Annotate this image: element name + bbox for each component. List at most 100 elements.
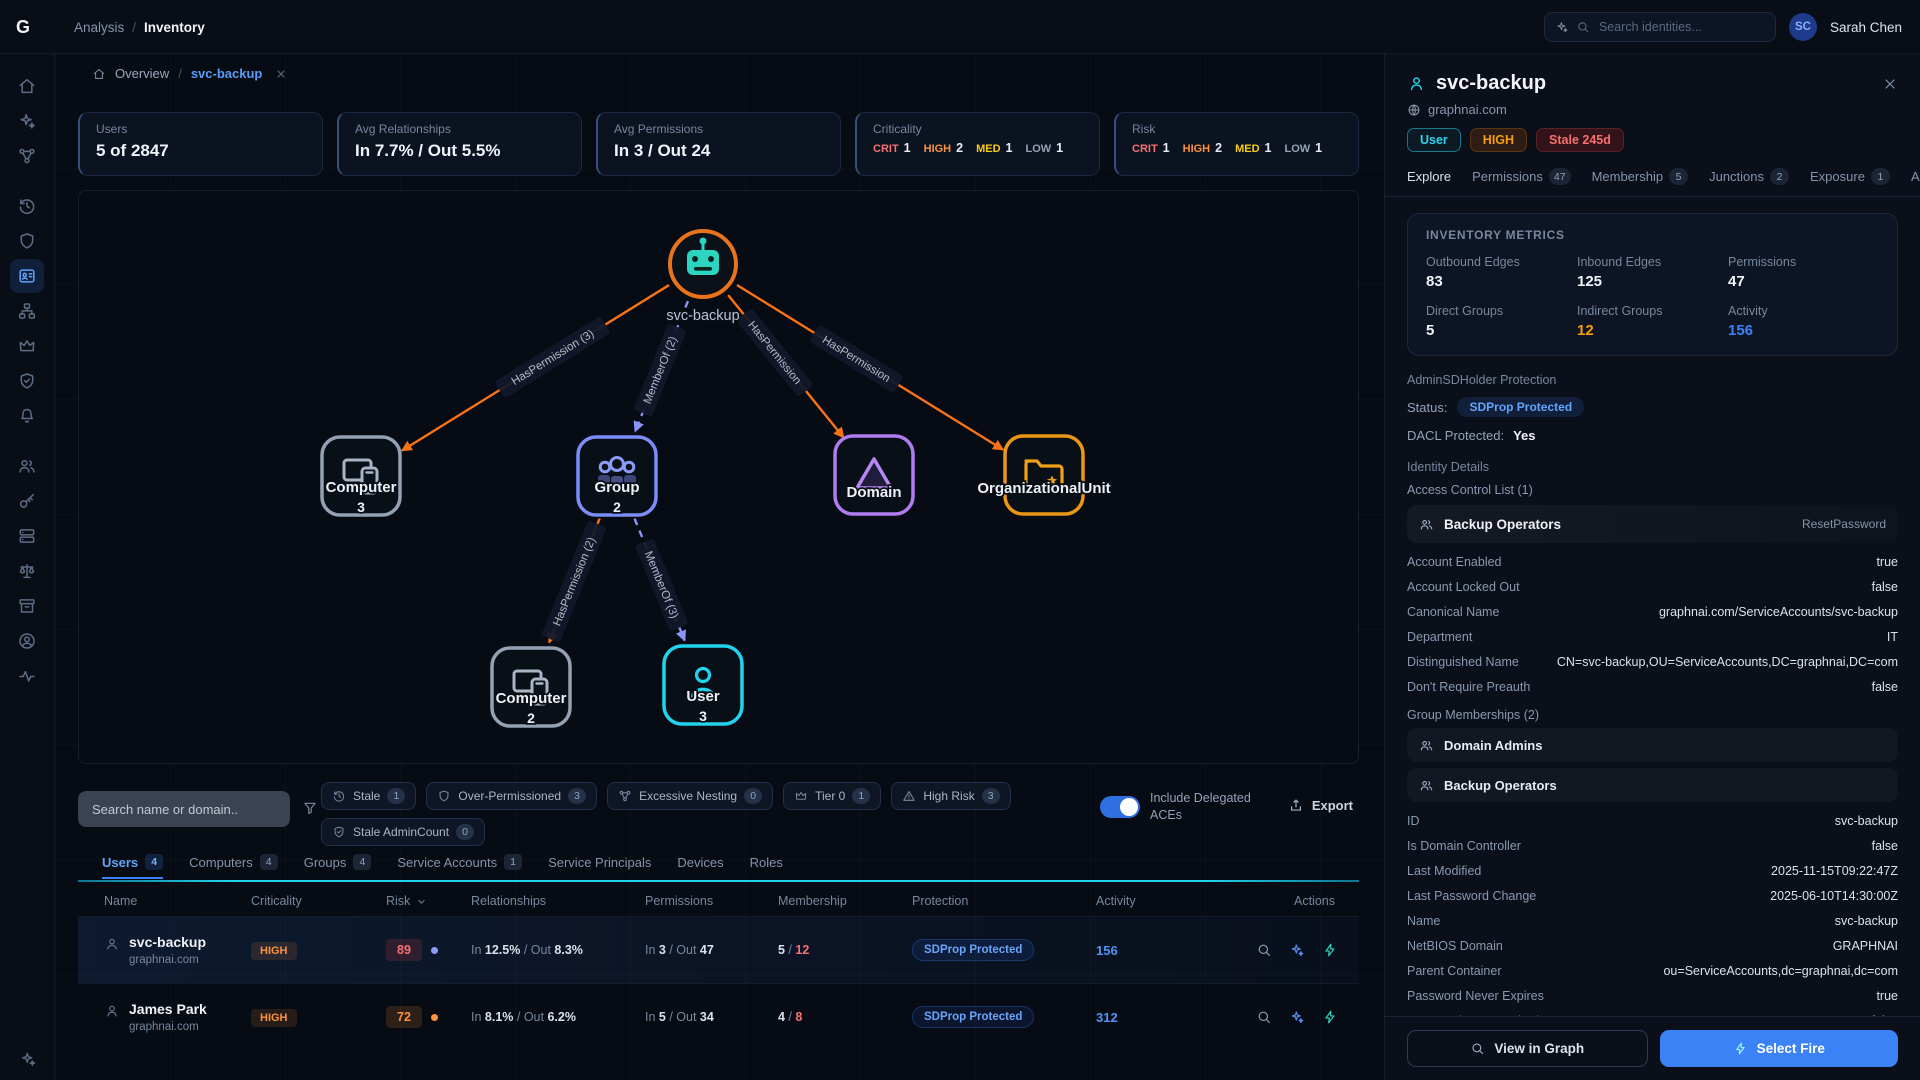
row-action-sparkles[interactable]	[1289, 942, 1305, 958]
sidebar-item-sparkles[interactable]	[10, 104, 44, 138]
kv-row: Is Domain Controllerfalse	[1407, 833, 1898, 858]
archive-icon	[17, 596, 37, 616]
risk-dot	[431, 947, 438, 954]
filter-chip-over-permissioned[interactable]: Over-Permissioned3	[426, 782, 597, 810]
graph-node-domain[interactable]: Domain	[835, 436, 913, 514]
kv-label: Canonical Name	[1407, 605, 1499, 619]
search-icon	[1576, 20, 1590, 34]
column-header-name[interactable]: Name	[104, 894, 251, 908]
kv-value: 2025-11-15T09:22:47Z	[1771, 864, 1898, 878]
close-tab-icon[interactable]	[275, 68, 287, 80]
sidebar-item-history[interactable]	[10, 189, 44, 223]
row-action-sparkles[interactable]	[1289, 1009, 1305, 1025]
panel-tab-exposure[interactable]: Exposure1	[1810, 168, 1890, 196]
sidebar-item-id-badge[interactable]	[10, 259, 44, 293]
table-row[interactable]: James Parkgraphnai.comHIGH72In 8.1% / Ou…	[78, 983, 1359, 1050]
sidebar-item-shield-check[interactable]	[10, 364, 44, 398]
table-tab-computers[interactable]: Computers4	[189, 854, 278, 879]
panel-tab-membership[interactable]: Membership5	[1592, 168, 1689, 196]
graph-node-org-unit[interactable]: OrganizationalUnit	[977, 436, 1110, 514]
group-membership-row[interactable]: Backup Operators	[1407, 768, 1898, 802]
filter-chip-high-risk[interactable]: High Risk3	[891, 782, 1010, 810]
severity-label: CRIT	[873, 143, 899, 155]
column-header-criticality[interactable]: Criticality	[251, 894, 386, 908]
close-panel-icon[interactable]	[1882, 76, 1898, 92]
sidebar-item-user-circle[interactable]	[10, 624, 44, 658]
column-header-risk[interactable]: Risk	[386, 894, 471, 908]
sidebar-item-bell[interactable]	[10, 399, 44, 433]
kv-row: Account Enabledtrue	[1407, 549, 1898, 574]
column-header-relationships[interactable]: Relationships	[471, 894, 645, 908]
panel-tab-junctions[interactable]: Junctions2	[1709, 168, 1789, 196]
panel-scroll-area[interactable]: INVENTORY METRICS Outbound Edges83Inboun…	[1385, 197, 1920, 1016]
breadcrumb-section[interactable]: Analysis	[74, 20, 124, 35]
graph-node-computer-2[interactable]: Computer2	[492, 648, 570, 726]
avatar[interactable]: SC	[1789, 13, 1817, 41]
tab-overview[interactable]: Overview	[115, 66, 169, 81]
acl-row[interactable]: Backup OperatorsResetPassword	[1407, 505, 1898, 543]
row-action-bolt[interactable]	[1322, 1009, 1338, 1025]
kv-label: Distinguished Name	[1407, 655, 1519, 669]
group-membership-row[interactable]: Domain Admins	[1407, 728, 1898, 762]
table-row[interactable]: svc-backupgraphnai.comHIGH89In 12.5% / O…	[78, 916, 1359, 983]
row-action-search[interactable]	[1256, 942, 1272, 958]
row-action-search[interactable]	[1256, 1009, 1272, 1025]
filter-chip-stale[interactable]: Stale1	[321, 782, 416, 810]
panel-tab-permissions[interactable]: Permissions47	[1472, 168, 1570, 196]
row-action-bolt[interactable]	[1322, 942, 1338, 958]
column-header-protection[interactable]: Protection	[912, 894, 1096, 908]
sidebar-item-key[interactable]	[10, 484, 44, 518]
risk-breakdown: CRIT1HIGH2MED1LOW1	[1132, 141, 1342, 155]
sidebar-item-activity-pulse[interactable]	[10, 659, 44, 693]
shield-icon	[17, 231, 37, 251]
sidebar-item-hierarchy[interactable]	[10, 294, 44, 328]
relationship-graph[interactable]: HasPermission (3)MemberOf (2)HasPermissi…	[78, 190, 1359, 764]
inventory-metrics-card: INVENTORY METRICS Outbound Edges83Inboun…	[1407, 213, 1898, 356]
table-tab-roles[interactable]: Roles	[750, 854, 783, 879]
sidebar-item-graph-network[interactable]	[10, 139, 44, 173]
table-search[interactable]	[78, 791, 290, 827]
graph-canvas[interactable]: HasPermission (3)MemberOf (2)HasPermissi…	[79, 191, 1358, 763]
chip-count: 1	[852, 788, 870, 804]
table-tab-service-accounts[interactable]: Service Accounts1	[397, 854, 522, 879]
text-dim: In	[645, 1010, 659, 1024]
filter-chip-excessive-nesting[interactable]: Excessive Nesting0	[607, 782, 773, 810]
column-header-permissions[interactable]: Permissions	[645, 894, 778, 908]
sidebar-item-users[interactable]	[10, 449, 44, 483]
filter-chip-tier-0[interactable]: Tier 01	[783, 782, 881, 810]
globe-icon	[1407, 103, 1421, 117]
graph-node-svc-backup[interactable]: svc-backup	[666, 231, 739, 324]
table-tab-devices[interactable]: Devices	[677, 854, 723, 879]
export-button[interactable]: Export	[1288, 797, 1353, 813]
filter-chip-stale-admincount[interactable]: Stale AdminCount0	[321, 818, 485, 846]
sidebar-item-crown[interactable]	[10, 329, 44, 363]
column-header-membership[interactable]: Membership	[778, 894, 912, 908]
home-icon[interactable]	[92, 67, 106, 81]
sidebar-item-scales[interactable]	[10, 554, 44, 588]
table-tab-users[interactable]: Users4	[102, 854, 163, 879]
sidebar-item-shield[interactable]	[10, 224, 44, 258]
panel-tab-explore[interactable]: Explore	[1407, 168, 1451, 196]
graph-node-computer-3[interactable]: Computer3	[322, 437, 400, 515]
include-delegated-aces-toggle[interactable]	[1100, 796, 1140, 818]
row-name: James Park	[129, 1001, 207, 1018]
column-header-activity[interactable]: Activity	[1096, 894, 1256, 908]
table-search-input[interactable]	[90, 801, 278, 818]
severity-item: MED1	[976, 141, 1012, 155]
table-tab-groups[interactable]: Groups4	[304, 854, 372, 879]
tab-svc-backup[interactable]: svc-backup	[191, 66, 263, 81]
panel-tab-alerts[interactable]: Alerts3	[1911, 168, 1920, 196]
global-search[interactable]	[1544, 12, 1776, 42]
graph-node-user-3[interactable]: User3	[664, 646, 742, 724]
funnel-icon[interactable]	[302, 800, 318, 816]
sidebar-item-server[interactable]	[10, 519, 44, 553]
sparkles-icon[interactable]	[19, 1050, 37, 1068]
sidebar-item-archive[interactable]	[10, 589, 44, 623]
column-header-actions[interactable]: Actions	[1256, 894, 1359, 908]
table-tab-service-principals[interactable]: Service Principals	[548, 854, 651, 879]
view-in-graph-button[interactable]: View in Graph	[1407, 1030, 1648, 1067]
select-fire-button[interactable]: Select Fire	[1660, 1030, 1899, 1067]
graph-node-group-2[interactable]: Group2	[578, 437, 656, 515]
sidebar-item-home[interactable]	[10, 69, 44, 103]
global-search-input[interactable]	[1597, 19, 1765, 35]
